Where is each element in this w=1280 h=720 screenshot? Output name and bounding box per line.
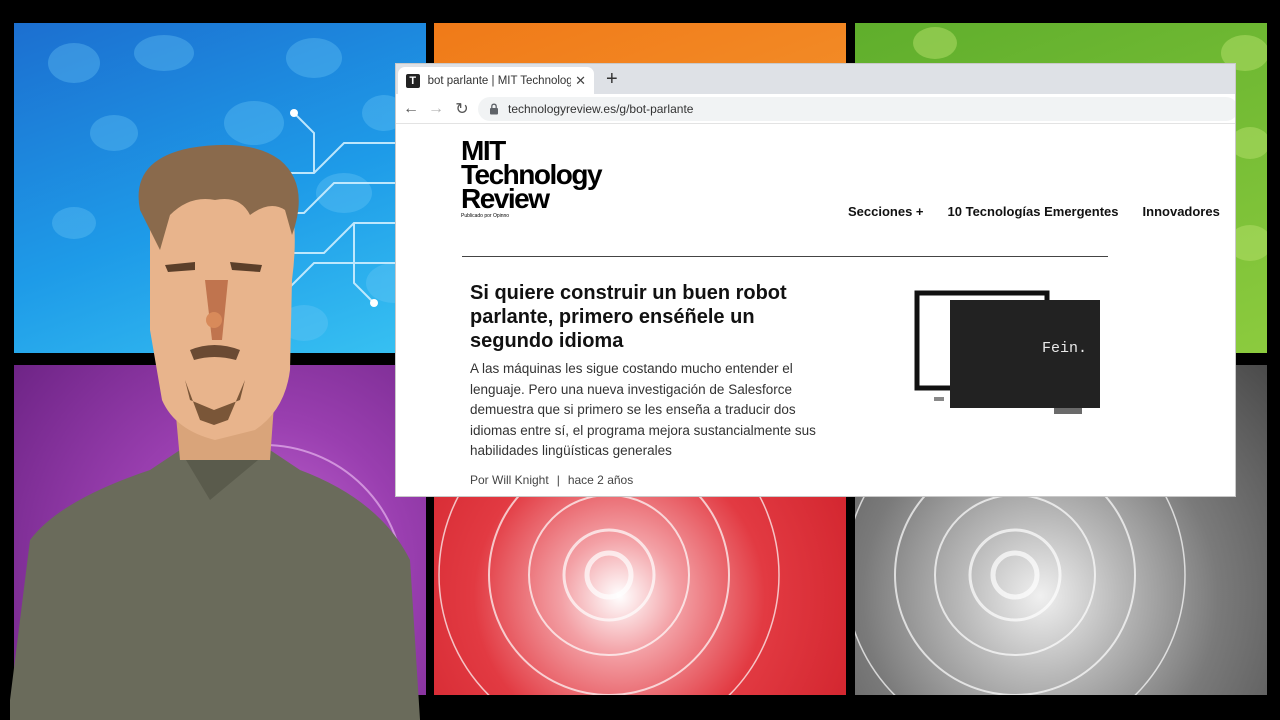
presenter-avatar bbox=[0, 140, 430, 720]
header-divider bbox=[462, 256, 1108, 257]
new-tab-button[interactable]: + bbox=[606, 68, 618, 90]
site-favicon-icon: T bbox=[406, 73, 420, 88]
tab-strip: T bot parlante | MIT Technology Re ✕ + bbox=[396, 64, 1235, 94]
article-author[interactable]: Por Will Knight bbox=[470, 473, 549, 487]
nav-secciones[interactable]: Secciones + bbox=[848, 204, 924, 219]
browser-tab[interactable]: T bot parlante | MIT Technology Re ✕ bbox=[398, 67, 594, 94]
nav-tecnologias-emergentes[interactable]: 10 Tecnologías Emergentes bbox=[948, 204, 1119, 219]
web-page: MIT Technology Review Publicado por Opin… bbox=[396, 125, 1235, 496]
logo-line-3: Review bbox=[461, 183, 550, 214]
article-date: hace 2 años bbox=[567, 473, 634, 487]
site-nav: Secciones + 10 Tecnologías Emergentes In… bbox=[848, 204, 1220, 219]
close-tab-icon[interactable]: ✕ bbox=[575, 73, 586, 89]
lock-icon bbox=[490, 103, 498, 115]
forward-arrow-icon[interactable]: → bbox=[426, 99, 446, 119]
nav-innovadores[interactable]: Innovadores bbox=[1143, 204, 1220, 219]
tab-title: bot parlante | MIT Technology Re bbox=[427, 74, 572, 87]
address-bar[interactable]: technologyreview.es/g/bot-parlante bbox=[478, 97, 1235, 121]
browser-window: T bot parlante | MIT Technology Re ✕ + ←… bbox=[396, 64, 1235, 496]
byline-separator: | bbox=[556, 473, 560, 487]
article-byline: Por Will Knight | hace 2 años bbox=[470, 473, 633, 487]
site-logo[interactable]: MIT Technology Review Publicado por Opin… bbox=[461, 137, 621, 220]
article-image[interactable]: Fein. bbox=[914, 290, 1104, 420]
back-arrow-icon[interactable]: ← bbox=[401, 99, 421, 119]
url-text: technologyreview.es/g/bot-parlante bbox=[508, 102, 694, 116]
browser-toolbar: ← → ↻ technologyreview.es/g/bot-parlante bbox=[396, 94, 1235, 124]
reload-icon[interactable]: ↻ bbox=[452, 99, 472, 119]
image-screen-text: Fein. bbox=[1042, 340, 1087, 357]
article-summary: A las máquinas les sigue costando mucho … bbox=[470, 361, 816, 458]
article-headline[interactable]: Si quiere construir un buen robot parlan… bbox=[470, 281, 830, 353]
